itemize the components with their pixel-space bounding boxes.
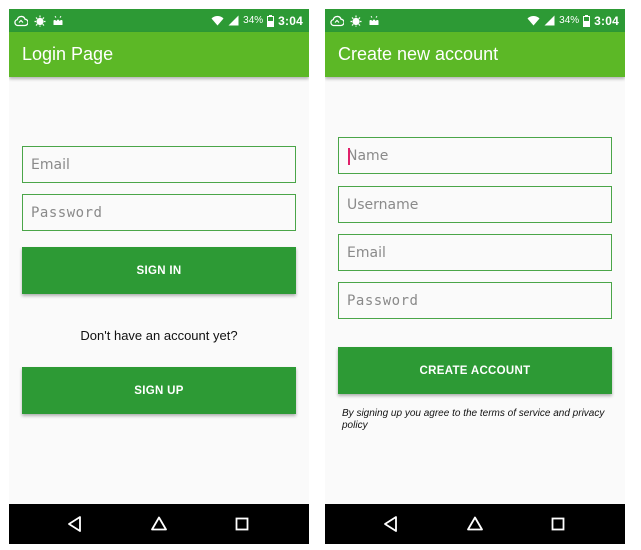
navigation-bar — [9, 504, 309, 544]
app-bar: Create new account — [325, 32, 625, 77]
name-input[interactable] — [339, 138, 611, 173]
battery-percentage: 34% — [559, 15, 580, 26]
android-debug-icon — [34, 15, 46, 27]
wifi-icon — [211, 15, 224, 26]
signal-icon — [544, 15, 555, 26]
android-debug-icon — [350, 15, 362, 27]
app-bar: Login Page — [9, 32, 309, 77]
navigation-bar — [325, 504, 625, 544]
email-input[interactable] — [339, 235, 611, 270]
clock: 3:04 — [278, 13, 303, 28]
password-field[interactable] — [338, 282, 612, 319]
battery-charging-icon — [267, 14, 275, 27]
terms-text: By signing up you agree to the terms of … — [342, 408, 605, 431]
username-input[interactable] — [339, 187, 611, 222]
email-field[interactable] — [22, 146, 296, 183]
password-input[interactable] — [339, 283, 611, 318]
home-icon[interactable] — [150, 515, 168, 533]
sign-up-button[interactable]: SIGN UP — [22, 367, 296, 414]
cloud-sync-icon — [330, 15, 344, 27]
back-icon[interactable] — [382, 515, 400, 533]
recents-icon[interactable] — [549, 515, 567, 533]
cloud-sync-icon — [14, 15, 28, 27]
password-field[interactable] — [22, 194, 296, 231]
back-icon[interactable] — [66, 515, 84, 533]
username-field[interactable] — [338, 186, 612, 223]
signup-screen: 34% 3:04 Create new account CREATE ACCOU… — [325, 9, 625, 544]
battery-charging-icon — [583, 14, 591, 27]
battery-percentage: 34% — [243, 15, 264, 26]
clock: 3:04 — [594, 13, 619, 28]
android-head-icon — [368, 15, 380, 26]
email-input[interactable] — [23, 147, 295, 182]
page-title: Create new account — [338, 44, 499, 64]
wifi-icon — [527, 15, 540, 26]
sign-in-button[interactable]: SIGN IN — [22, 247, 296, 294]
text-cursor — [348, 148, 350, 165]
status-bar: 34% 3:04 — [325, 9, 625, 32]
page-title: Login Page — [22, 44, 114, 64]
no-account-text: Don't have an account yet? — [80, 328, 238, 343]
recents-icon[interactable] — [233, 515, 251, 533]
status-bar: 34% 3:04 — [9, 9, 309, 32]
email-field[interactable] — [338, 234, 612, 271]
signal-icon — [228, 15, 239, 26]
name-field[interactable] — [338, 137, 612, 174]
create-account-button[interactable]: CREATE ACCOUNT — [338, 347, 612, 394]
home-icon[interactable] — [466, 515, 484, 533]
login-screen: 34% 3:04 Login Page SIGN IN Don't have a… — [9, 9, 309, 544]
android-head-icon — [52, 15, 64, 26]
password-input[interactable] — [23, 195, 295, 230]
